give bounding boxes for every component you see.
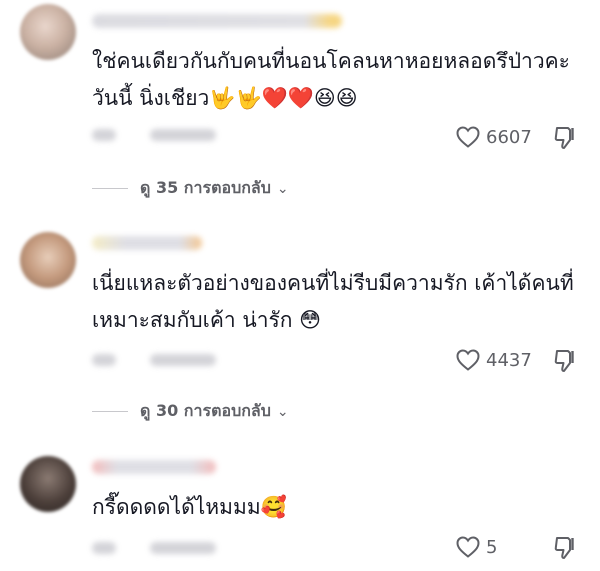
heart-outline-icon bbox=[456, 536, 480, 558]
like-count: 4437 bbox=[486, 349, 532, 371]
username[interactable] bbox=[92, 14, 342, 28]
view-replies[interactable]: ดู 35 การตอบกลับ ⌄ bbox=[92, 176, 289, 201]
reply-link[interactable] bbox=[150, 129, 216, 141]
avatar[interactable] bbox=[20, 232, 76, 288]
thumbs-down-icon bbox=[554, 537, 574, 559]
avatar[interactable] bbox=[20, 4, 76, 60]
like-count: 6607 bbox=[486, 126, 532, 148]
dislike-button[interactable] bbox=[554, 126, 576, 154]
replies-divider bbox=[92, 188, 128, 189]
dislike-button[interactable] bbox=[554, 536, 576, 564]
like-button[interactable]: 5 bbox=[456, 536, 497, 558]
comment-date bbox=[92, 129, 116, 141]
replies-label: ดู 35 การตอบกลับ bbox=[140, 178, 271, 197]
dislike-button[interactable] bbox=[554, 349, 576, 377]
replies-divider bbox=[92, 411, 128, 412]
username[interactable] bbox=[92, 236, 202, 250]
comment-text: เนี่ยแหละตัวอย่างของคนที่ไม่รีบมีความรัก… bbox=[92, 271, 574, 332]
reply-link[interactable] bbox=[150, 354, 216, 366]
comment-date bbox=[92, 354, 116, 366]
username[interactable] bbox=[92, 460, 216, 474]
reply-link[interactable] bbox=[150, 542, 216, 554]
like-button[interactable]: 6607 bbox=[456, 126, 532, 148]
replies-label: ดู 30 การตอบกลับ bbox=[140, 401, 271, 420]
thumbs-down-icon bbox=[554, 127, 574, 149]
chevron-down-icon: ⌄ bbox=[276, 180, 289, 197]
comment-text: กรี๊ดดดดได้ไหมมม🥰 bbox=[92, 495, 287, 519]
comment-date bbox=[92, 542, 116, 554]
heart-outline-icon bbox=[456, 126, 480, 148]
like-count: 5 bbox=[486, 536, 498, 558]
view-replies[interactable]: ดู 30 การตอบกลับ ⌄ bbox=[92, 399, 289, 424]
thumbs-down-icon bbox=[554, 350, 574, 372]
like-button[interactable]: 4437 bbox=[456, 349, 532, 371]
heart-outline-icon bbox=[456, 349, 480, 371]
comment-text: ใช่คนเดียวกันกับคนที่นอนโคลนหาหอยหลอดรึป… bbox=[92, 49, 570, 110]
chevron-down-icon: ⌄ bbox=[276, 403, 289, 420]
avatar[interactable] bbox=[20, 456, 76, 512]
